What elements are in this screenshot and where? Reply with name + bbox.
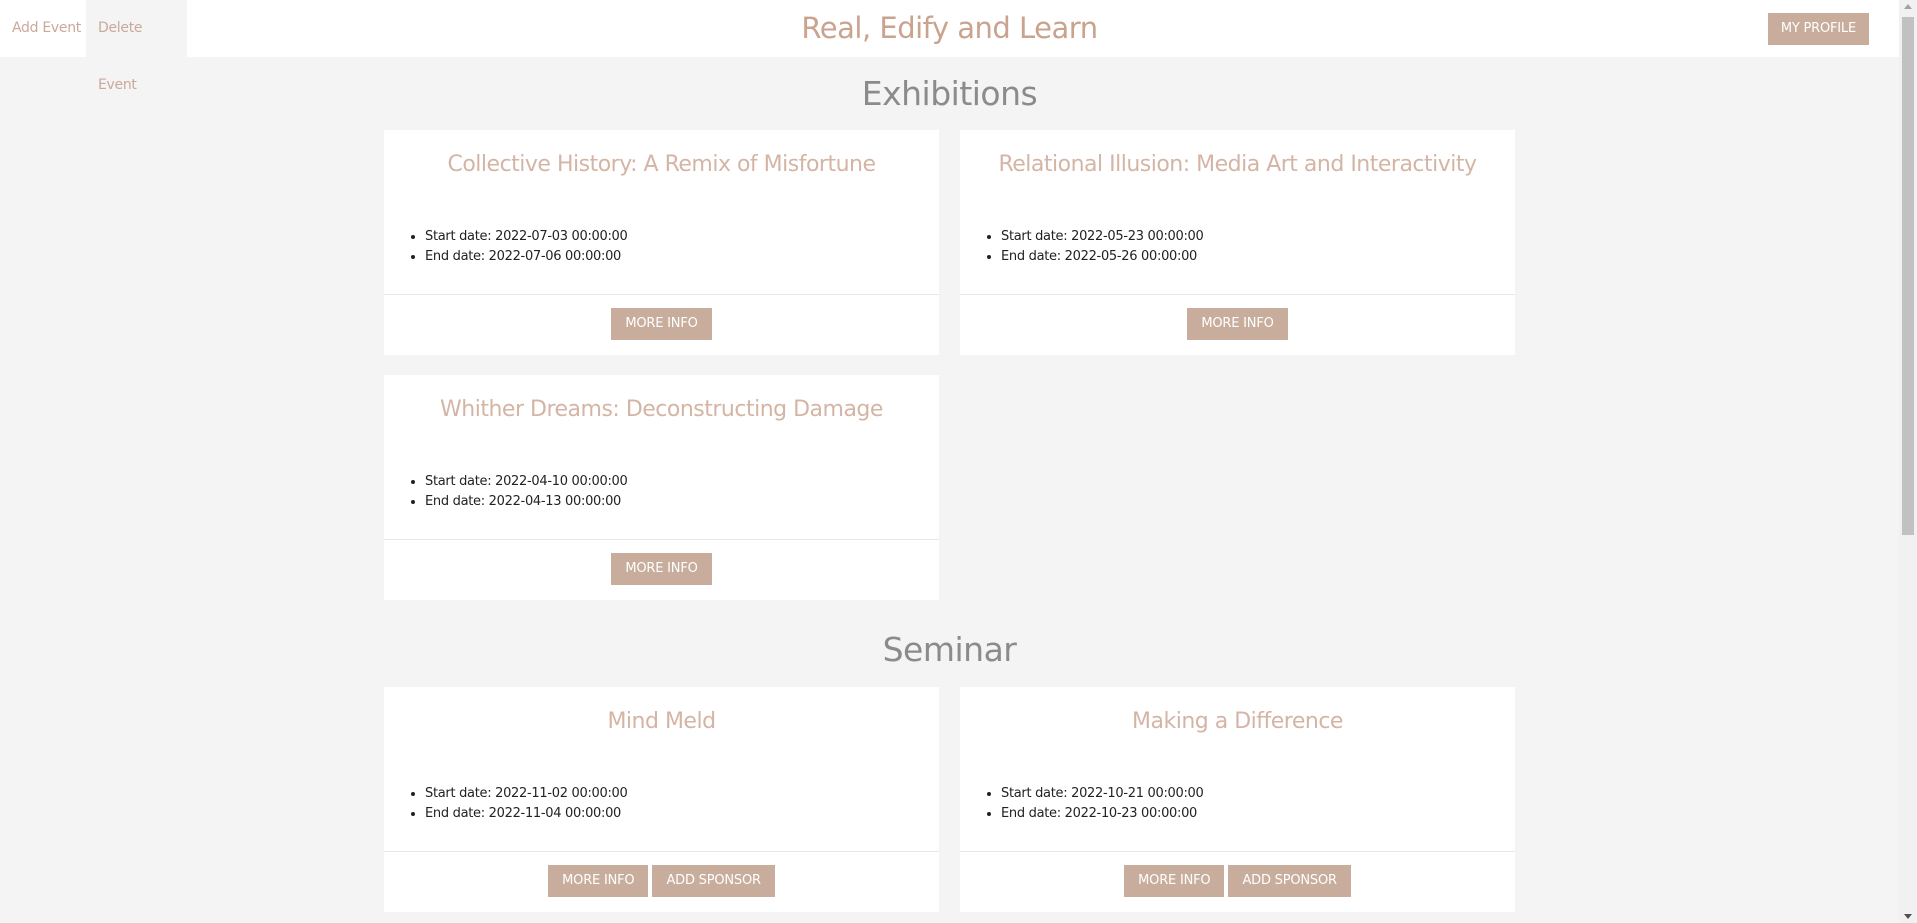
event-start-date: Start date: 2022-07-03 00:00:00 — [425, 227, 628, 247]
event-title: Relational Illusion: Media Art and Inter… — [998, 152, 1477, 177]
section-title-exhibitions: Exhibitions — [861, 74, 1038, 113]
more-info-button[interactable]: MORE INFO — [548, 865, 649, 897]
event-card: Collective History: A Remix of Misfortun… — [384, 130, 939, 355]
event-start-date: Start date: 2022-04-10 00:00:00 — [425, 472, 628, 492]
card-actions: MORE INFO — [960, 308, 1515, 340]
scrollbar-thumb[interactable] — [1902, 17, 1914, 535]
event-card: Relational Illusion: Media Art and Inter… — [960, 130, 1515, 355]
event-title: Mind Meld — [607, 709, 716, 734]
card-divider — [960, 851, 1515, 852]
event-title: Making a Difference — [1132, 709, 1343, 734]
card-divider — [384, 294, 939, 295]
card-divider — [384, 851, 939, 852]
card-divider — [960, 294, 1515, 295]
event-dates-list: Start date: 2022-07-03 00:00:00 End date… — [402, 227, 628, 267]
event-start-date: Start date: 2022-11-02 00:00:00 — [425, 784, 628, 804]
site-title: Real, Edify and Learn — [801, 11, 1098, 45]
event-title: Collective History: A Remix of Misfortun… — [447, 152, 876, 177]
event-dates-list: Start date: 2022-10-21 00:00:00 End date… — [978, 784, 1204, 824]
card-actions: MORE INFO ADD SPONSOR — [384, 865, 939, 897]
event-dates-list: Start date: 2022-04-10 00:00:00 End date… — [402, 472, 628, 512]
scroll-down-arrow-icon[interactable] — [1904, 914, 1912, 919]
more-info-button[interactable]: MORE INFO — [1187, 308, 1288, 340]
event-title: Whither Dreams: Deconstructing Damage — [440, 397, 883, 422]
event-end-date: End date: 2022-05-26 00:00:00 — [1001, 247, 1203, 267]
section-title-seminar: Seminar — [882, 630, 1017, 669]
add-sponsor-button[interactable]: ADD SPONSOR — [1228, 865, 1351, 897]
more-info-button[interactable]: MORE INFO — [611, 553, 712, 585]
more-info-button[interactable]: MORE INFO — [611, 308, 712, 340]
card-actions: MORE INFO — [384, 308, 939, 340]
event-card: Whither Dreams: Deconstructing Damage St… — [384, 375, 939, 600]
event-dates-list: Start date: 2022-05-23 00:00:00 End date… — [978, 227, 1204, 267]
add-sponsor-button[interactable]: ADD SPONSOR — [652, 865, 775, 897]
event-start-date: Start date: 2022-05-23 00:00:00 — [1001, 227, 1204, 247]
card-divider — [384, 539, 939, 540]
event-end-date: End date: 2022-04-13 00:00:00 — [425, 492, 627, 512]
event-end-date: End date: 2022-07-06 00:00:00 — [425, 247, 627, 267]
scroll-up-arrow-icon[interactable] — [1904, 4, 1912, 9]
card-actions: MORE INFO — [384, 553, 939, 585]
top-navigation-bar: Add Event Delete Event Real, Edify and L… — [0, 0, 1899, 93]
page-scrollbar[interactable] — [1899, 0, 1917, 923]
event-dates-list: Start date: 2022-11-02 00:00:00 End date… — [402, 784, 628, 824]
event-card: Mind Meld Start date: 2022-11-02 00:00:0… — [384, 687, 939, 912]
event-end-date: End date: 2022-10-23 00:00:00 — [1001, 804, 1203, 824]
more-info-button[interactable]: MORE INFO — [1124, 865, 1225, 897]
event-card: Making a Difference Start date: 2022-10-… — [960, 687, 1515, 912]
card-actions: MORE INFO ADD SPONSOR — [960, 865, 1515, 897]
event-end-date: End date: 2022-11-04 00:00:00 — [425, 804, 627, 824]
my-profile-button[interactable]: MY PROFILE — [1767, 13, 1869, 45]
event-start-date: Start date: 2022-10-21 00:00:00 — [1001, 784, 1204, 804]
